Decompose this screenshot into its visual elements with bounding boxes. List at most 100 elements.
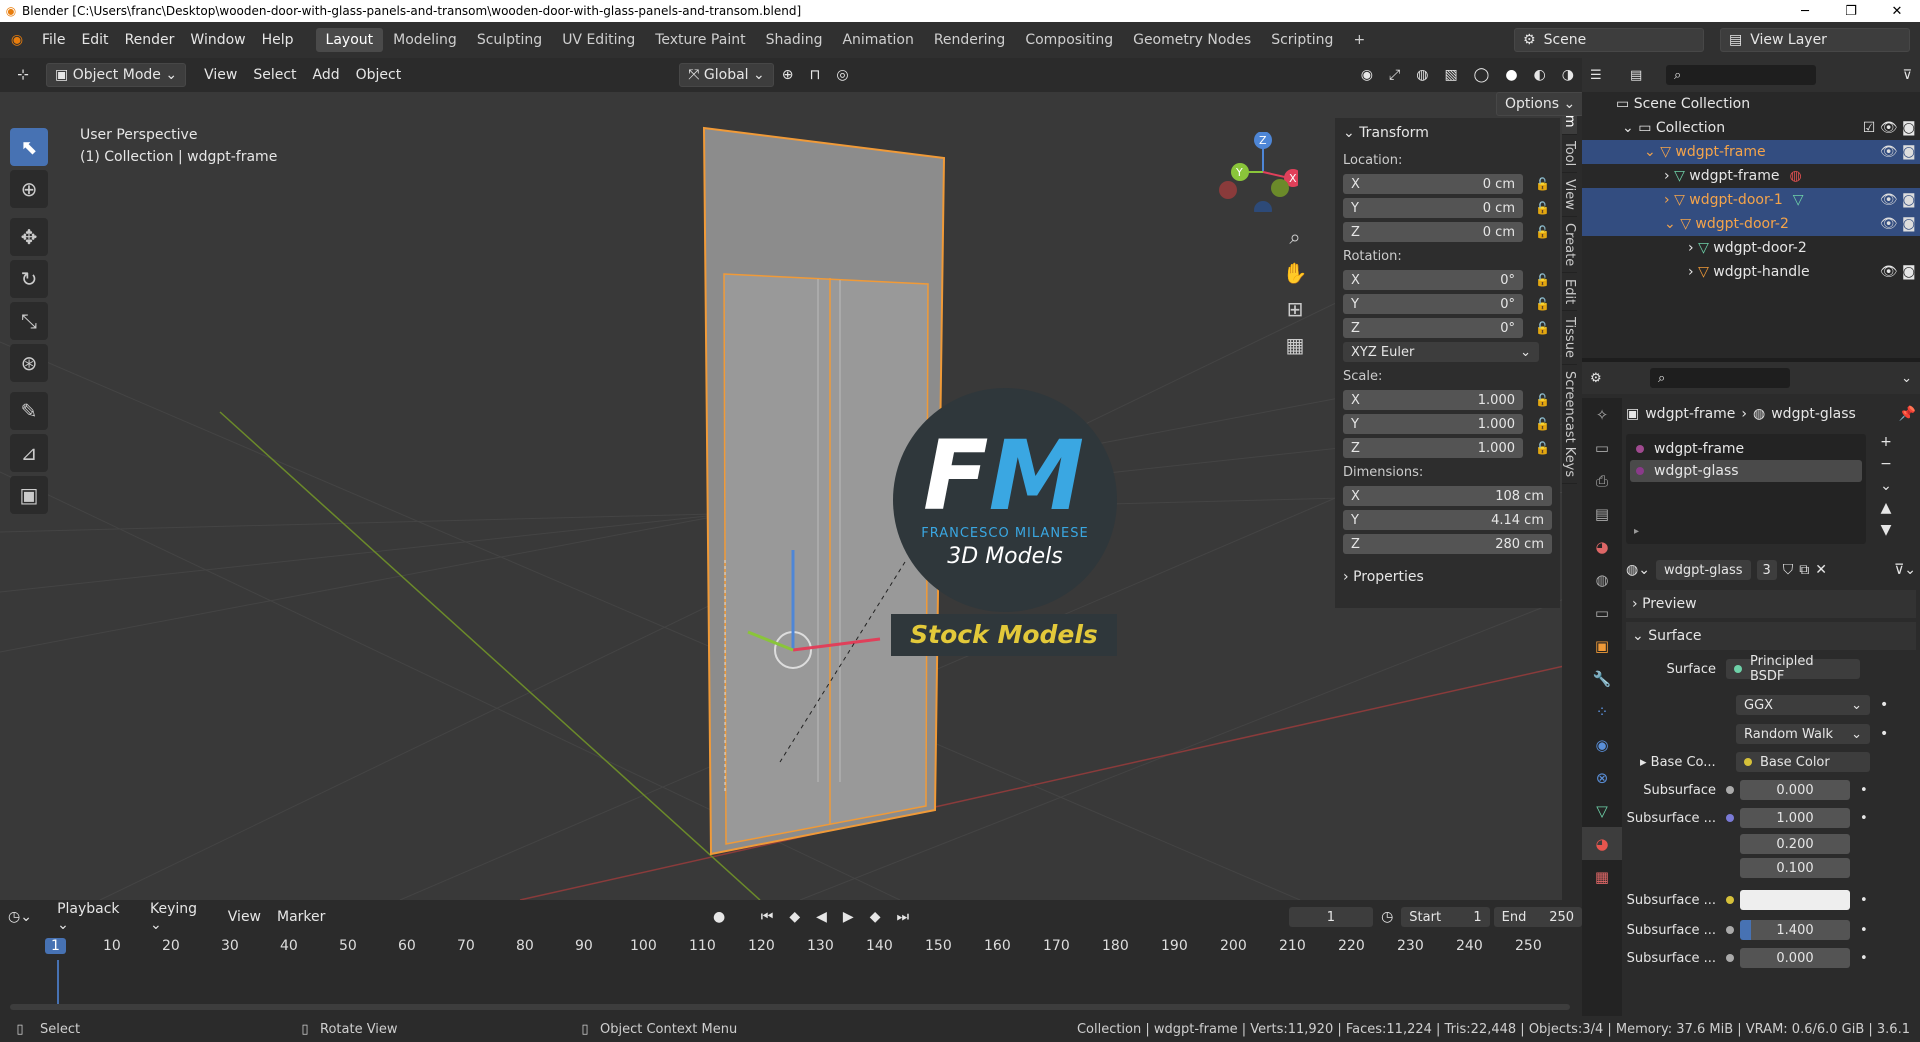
measure-tool-icon[interactable]: ⊿ xyxy=(10,434,48,472)
tab-create[interactable]: Create xyxy=(1562,217,1577,273)
material-browse-icon[interactable]: ◍⌄ xyxy=(1626,562,1650,578)
pin-icon[interactable]: 📌 xyxy=(1899,406,1916,422)
tab-geometry-nodes[interactable]: Geometry Nodes xyxy=(1123,28,1261,52)
transform-tool-icon[interactable]: ⊛ xyxy=(10,344,48,382)
menu-object[interactable]: Object xyxy=(348,64,410,86)
camera-icon[interactable]: ◙ xyxy=(1902,264,1920,280)
gizmo-icon[interactable]: ⤢ xyxy=(1381,64,1408,86)
link-type-icon[interactable]: ⊽⌄ xyxy=(1894,562,1916,578)
solid-shading-icon[interactable]: ● xyxy=(1497,64,1525,86)
rot-z-value[interactable]: 0° xyxy=(1500,321,1515,336)
rot-x-value[interactable]: 0° xyxy=(1500,273,1515,288)
orientation-selector[interactable]: ⤧ Global ⌄ xyxy=(679,63,774,87)
end-frame-field[interactable]: End 250 xyxy=(1493,907,1583,927)
user-count[interactable]: 3 xyxy=(1756,560,1777,580)
subsurface-radius-y[interactable]: 0.200 xyxy=(1740,834,1850,854)
loc-x-value[interactable]: 0 cm xyxy=(1483,177,1515,192)
subsurface-method-dropdown[interactable]: Random Walk ⌄ xyxy=(1736,724,1870,744)
outliner-editor-icon[interactable]: ☰ xyxy=(1590,68,1630,83)
menu-marker[interactable]: Marker xyxy=(269,906,333,928)
subsurface-radius-z[interactable]: 0.100 xyxy=(1740,858,1850,878)
view-layer-tab-icon[interactable]: ▤ xyxy=(1582,497,1622,530)
menu-view[interactable]: View xyxy=(196,64,245,86)
menu-file[interactable]: File xyxy=(34,32,73,48)
scale-z-value[interactable]: 1.000 xyxy=(1478,441,1515,456)
rotate-tool-icon[interactable]: ↻ xyxy=(10,260,48,298)
collapse-transform-icon[interactable]: ⌄ xyxy=(1343,125,1359,141)
tab-shading[interactable]: Shading xyxy=(756,28,833,52)
eye-icon[interactable]: 👁 xyxy=(1880,192,1902,208)
outliner-row-scene-collection[interactable]: ▭ Scene Collection xyxy=(1582,92,1920,116)
expand-properties-icon[interactable]: › xyxy=(1343,569,1353,585)
grid-perspective-icon[interactable]: ▦ xyxy=(1280,330,1310,360)
tool-tab-icon[interactable]: ✧ xyxy=(1582,398,1622,431)
constraints-tab-icon[interactable]: ⊗ xyxy=(1582,761,1622,794)
distribution-dropdown[interactable]: GGX ⌄ xyxy=(1736,695,1870,715)
physics-tab-icon[interactable]: ◉ xyxy=(1582,728,1622,761)
tab-tissue[interactable]: Tissue xyxy=(1562,311,1577,366)
display-mode-icon[interactable]: ▤ xyxy=(1630,68,1666,83)
tab-texture-paint[interactable]: Texture Paint xyxy=(645,28,755,52)
snap-icon[interactable]: ⊓ xyxy=(801,64,828,86)
outliner-search-input[interactable]: ⌕ xyxy=(1666,65,1816,85)
unlink-icon[interactable]: ✕ xyxy=(1815,562,1827,578)
filter-icon[interactable]: ⊽ xyxy=(1902,68,1912,83)
properties-search-input[interactable]: ⌕ xyxy=(1650,368,1790,388)
scene-selector[interactable]: ⚙ Scene xyxy=(1514,28,1704,52)
menu-edit[interactable]: Edit xyxy=(73,32,116,48)
menu-help[interactable]: Help xyxy=(254,32,302,48)
duplicate-icon[interactable]: ⧉ xyxy=(1799,562,1809,578)
tab-sculpting[interactable]: Sculpting xyxy=(467,28,552,52)
eye-icon[interactable]: 👁 xyxy=(1880,264,1902,280)
move-up-icon[interactable]: ▲ xyxy=(1881,500,1892,516)
add-slot-button[interactable]: + xyxy=(1880,434,1892,450)
checkbox-icon[interactable]: ☑ xyxy=(1863,120,1880,136)
texture-tab-icon[interactable]: ▦ xyxy=(1582,860,1622,893)
editor-type-icon[interactable]: ⊹ xyxy=(0,67,46,83)
material-tab-icon[interactable]: ◕ xyxy=(1582,827,1622,860)
jump-keyframe-back-icon[interactable]: ◆ xyxy=(781,906,808,928)
rotation-mode-dropdown[interactable]: XYZ Euler ⌄ xyxy=(1343,342,1539,362)
tab-scripting[interactable]: Scripting xyxy=(1261,28,1343,52)
pivot-icon[interactable]: ⊕ xyxy=(774,64,802,86)
tab-edit[interactable]: Edit xyxy=(1562,273,1577,312)
pan-hand-icon[interactable]: ✋ xyxy=(1280,258,1310,288)
maximize-button[interactable]: ❐ xyxy=(1828,4,1874,19)
navigation-gizmo[interactable]: Z X Y xyxy=(1218,131,1302,219)
lock-icon[interactable]: 🔓 xyxy=(1535,273,1550,287)
material-name-field[interactable]: wdgpt-glass xyxy=(1655,560,1751,580)
tab-animation[interactable]: Animation xyxy=(832,28,923,52)
menu-select[interactable]: Select xyxy=(245,64,304,86)
menu-keying[interactable]: Keying ⌄ xyxy=(142,898,220,936)
add-workspace-button[interactable]: + xyxy=(1343,28,1375,52)
subsurface-color-swatch[interactable] xyxy=(1740,890,1850,910)
eye-icon[interactable]: 👁 xyxy=(1880,144,1902,160)
subsurface-aniso-value[interactable]: 0.000 xyxy=(1740,948,1850,968)
blender-menu-icon[interactable]: ◉ xyxy=(0,32,34,48)
tab-rendering[interactable]: Rendering xyxy=(924,28,1016,52)
object-tab-icon[interactable]: ▣ xyxy=(1582,629,1622,662)
playhead[interactable] xyxy=(57,960,59,1008)
material-shading-icon[interactable]: ◐ xyxy=(1526,64,1554,86)
timeline-editor-icon[interactable]: ◷⌄ xyxy=(8,909,49,925)
outliner-row-collection[interactable]: ⌄ ▭ Collection ☑ 👁 ◙ xyxy=(1582,116,1920,140)
fake-user-icon[interactable]: ⛉ xyxy=(1783,562,1794,578)
wireframe-shading-icon[interactable]: ◯ xyxy=(1466,64,1498,86)
3d-viewport[interactable]: User Perspective (1) Collection | wdgpt-… xyxy=(0,92,1582,900)
scale-x-value[interactable]: 1.000 xyxy=(1478,393,1515,408)
output-tab-icon[interactable]: ⎙ xyxy=(1582,464,1622,497)
lock-icon[interactable]: 🔓 xyxy=(1535,393,1550,407)
outliner-row-wdgpt-door-1[interactable]: › ▽ wdgpt-door-1 ▽ 👁 ◙ xyxy=(1582,188,1920,212)
modifier-tab-icon[interactable]: 🔧 xyxy=(1582,662,1622,695)
options-button[interactable]: Options ⌄ xyxy=(1496,92,1585,116)
play-reverse-icon[interactable]: ◀ xyxy=(808,906,835,928)
minimize-button[interactable]: ─ xyxy=(1782,4,1828,19)
tab-uv-editing[interactable]: UV Editing xyxy=(552,28,645,52)
outliner-row-wdgpt-handle[interactable]: › ▽ wdgpt-handle 👁 ◙ xyxy=(1582,260,1920,284)
slot-menu-icon[interactable]: ⌄ xyxy=(1880,478,1892,494)
camera-icon[interactable]: ⊞ xyxy=(1280,294,1310,324)
scale-tool-icon[interactable]: ⤡ xyxy=(10,302,48,340)
record-icon[interactable]: ● xyxy=(705,906,733,928)
menu-window[interactable]: Window xyxy=(182,32,253,48)
lock-icon[interactable]: 🔓 xyxy=(1535,417,1550,431)
